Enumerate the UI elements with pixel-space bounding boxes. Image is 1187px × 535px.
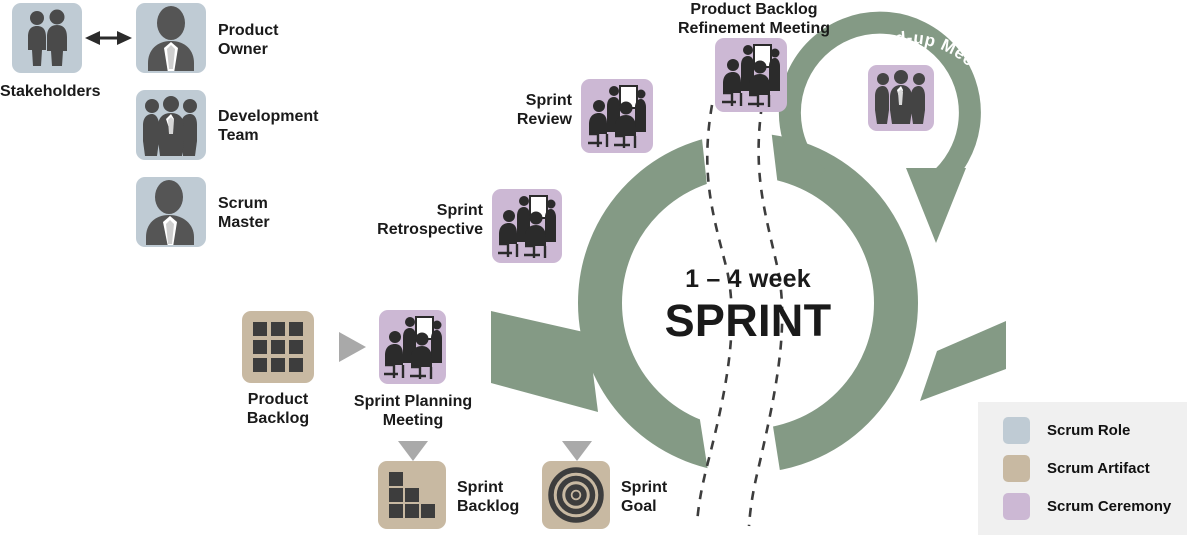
sprint-title-label: SPRINT (664, 295, 832, 346)
backlog-refinement-icon-tile[interactable] (715, 38, 787, 112)
sprint-goal-label: Sprint Goal (621, 479, 668, 515)
scrum-master-icon-tile[interactable] (136, 177, 206, 247)
stair-squares-icon (389, 472, 435, 518)
development-team-label: Development Team (218, 108, 319, 144)
person-suit-icon (146, 180, 194, 245)
daily-standup-icon-tile[interactable] (868, 65, 934, 131)
sprint-backlog-down-arrow (398, 441, 428, 461)
legend-panel: Scrum Role Scrum Artifact Scrum Ceremony (978, 402, 1187, 535)
legend-swatch-scrum-role (1003, 417, 1030, 444)
meeting-icon (722, 44, 780, 107)
stakeholders-owner-double-arrow (85, 31, 132, 45)
sprint-review-label: Sprint Review (516, 92, 572, 128)
sprint-review-icon-tile[interactable] (581, 79, 653, 153)
stakeholders-icon-tile[interactable] (12, 3, 82, 73)
sprint-goal-down-arrow (562, 441, 592, 461)
legend-swatch-scrum-ceremony (1003, 493, 1030, 520)
scrum-framework-diagram: Daily Stand-up Meeting Stakeholders Prod… (0, 0, 1187, 535)
sprint-output-arrow (920, 321, 1006, 401)
legend-item-scrum-artifact[interactable]: Scrum Artifact (1003, 455, 1150, 482)
development-team-icon-tile[interactable] (136, 90, 206, 160)
sprint-goal-icon-tile[interactable] (542, 461, 610, 529)
meeting-icon (383, 316, 442, 379)
product-owner-label: Product Owner (218, 22, 279, 58)
sprint-backlog-icon-tile[interactable] (378, 461, 446, 529)
legend-item-scrum-ceremony[interactable]: Scrum Ceremony (1003, 493, 1171, 520)
meeting-icon (588, 85, 646, 148)
stakeholders-label: Stakeholders (0, 83, 101, 100)
sprint-duration-label: 1 – 4 week (685, 265, 811, 293)
planning-right-arrow (339, 332, 366, 362)
backlog-refinement-label: Product Backlog Refinement Meeting (677, 1, 830, 37)
three-people-icon (143, 96, 197, 156)
legend-item-scrum-role[interactable]: Scrum Role (1003, 417, 1130, 444)
person-suit-icon (148, 6, 194, 71)
legend-label-scrum-role: Scrum Role (1047, 422, 1131, 439)
sprint-planning-label: Sprint Planning Meeting (353, 393, 473, 429)
sprint-retrospective-label: Sprint Retrospective (377, 202, 483, 238)
legend-swatch-scrum-artifact (1003, 455, 1030, 482)
target-icon (548, 467, 604, 523)
product-backlog-icon-tile[interactable] (242, 311, 314, 383)
sprint-retrospective-icon-tile[interactable] (492, 189, 562, 263)
product-backlog-label: Product Backlog (246, 391, 310, 427)
sprint-planning-icon-tile[interactable] (379, 310, 446, 384)
product-owner-icon-tile[interactable] (136, 3, 206, 73)
grid-squares-icon (253, 322, 303, 372)
legend-label-scrum-ceremony: Scrum Ceremony (1047, 498, 1172, 515)
meeting-icon (498, 195, 556, 258)
standing-people-icon (875, 70, 925, 124)
two-people-icon (28, 9, 67, 66)
legend-label-scrum-artifact: Scrum Artifact (1047, 460, 1150, 477)
